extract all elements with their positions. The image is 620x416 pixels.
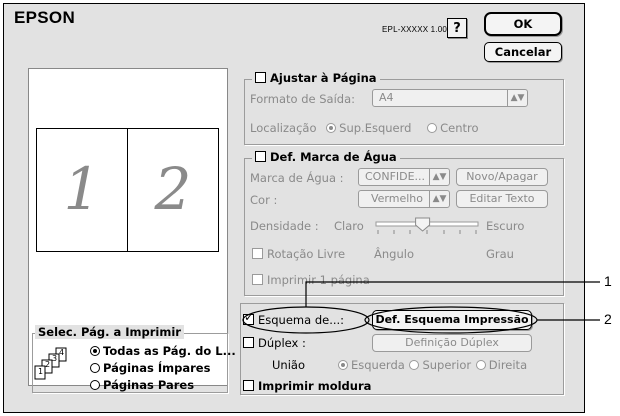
callout-number-1: 1 bbox=[604, 273, 612, 289]
callout-ellipse-1 bbox=[242, 306, 370, 334]
callout-number-2: 2 bbox=[604, 311, 612, 327]
callout-leader-1 bbox=[305, 281, 600, 307]
callout-lines bbox=[242, 281, 600, 334]
callout-ellipse-2 bbox=[364, 306, 538, 334]
